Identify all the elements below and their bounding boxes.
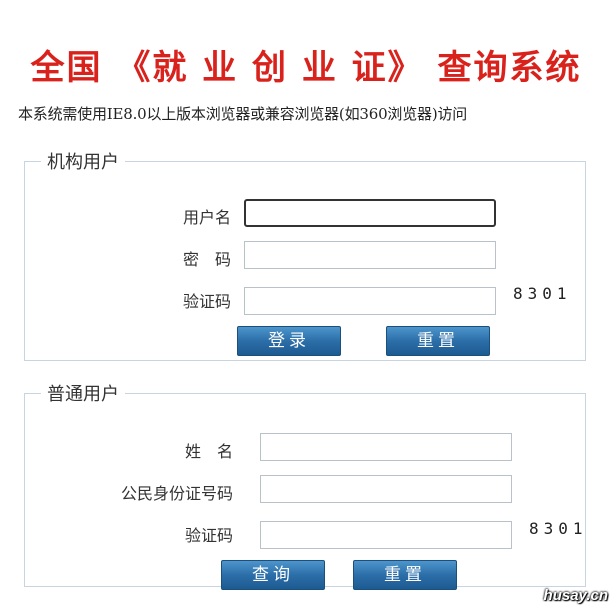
id-number-input[interactable] (260, 475, 512, 503)
org-reset-button[interactable]: 重置 (386, 326, 490, 356)
public-reset-button[interactable]: 重置 (353, 560, 457, 590)
browser-notice: 本系统需使用IE8.0以上版本浏览器或兼容浏览器(如360浏览器)访问 (18, 105, 468, 123)
org-user-section: 机构用户 用户名 密 码 验证码 8301 登录 重置 (24, 148, 586, 361)
org-captcha-code[interactable]: 8301 (513, 284, 572, 303)
public-captcha-input[interactable] (260, 521, 512, 549)
id-number-label: 公民身份证号码 (120, 484, 233, 503)
public-captcha-code[interactable]: 8301 (529, 519, 588, 538)
org-user-legend: 机构用户 (47, 152, 119, 173)
public-user-legend: 普通用户 (47, 384, 119, 405)
public-user-section: 普通用户 姓 名 公民身份证号码 验证码 8301 查询 重置 (24, 380, 588, 590)
login-button[interactable]: 登录 (237, 326, 341, 356)
public-captcha-label: 验证码 (184, 526, 233, 545)
site-watermark: husay.cn (543, 587, 608, 604)
username-input[interactable] (244, 199, 496, 227)
name-input[interactable] (260, 433, 512, 461)
org-captcha-label: 验证码 (182, 292, 231, 311)
password-label: 密 码 (182, 250, 231, 269)
name-label: 姓 名 (184, 442, 233, 461)
username-label: 用户名 (182, 208, 231, 227)
password-input[interactable] (244, 241, 496, 269)
org-captcha-input[interactable] (244, 287, 496, 315)
query-button[interactable]: 查询 (221, 560, 325, 590)
page-title: 全国 《就 业 创 业 证》 查询系统 (30, 48, 582, 88)
